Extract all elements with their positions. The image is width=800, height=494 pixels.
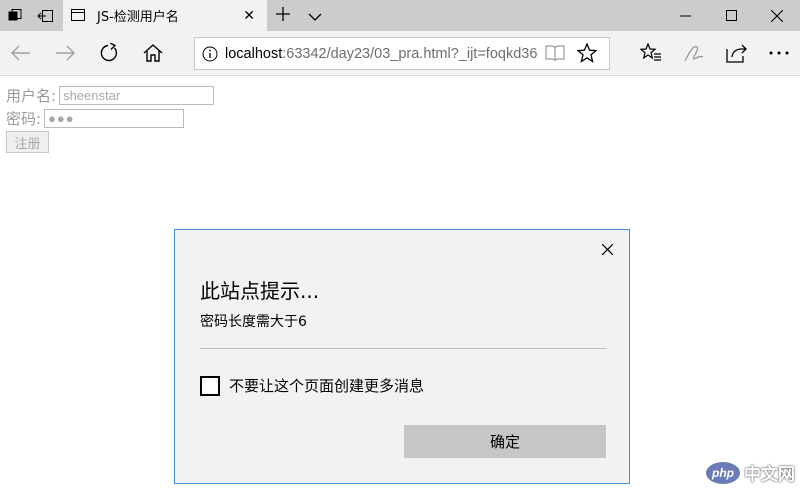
url-path: :63342/day23/03_pra.html?_ijt=foqkd365p0 <box>282 45 537 62</box>
password-row: 密码: ●●● <box>6 108 185 129</box>
page-icon <box>71 6 85 25</box>
refresh-icon[interactable] <box>96 40 122 66</box>
url-text[interactable]: localhost:63342/day23/03_pra.html?_ijt=f… <box>225 46 537 62</box>
tab-active[interactable]: JS-检测用户名 ✕ <box>63 0 267 31</box>
reading-view-icon[interactable] <box>545 44 565 66</box>
suppress-messages-checkbox[interactable] <box>200 375 220 396</box>
site-info-icon[interactable] <box>195 46 225 62</box>
password-input[interactable]: ●●● <box>44 109 185 128</box>
share-icon[interactable] <box>724 40 750 66</box>
php-logo: php <box>706 461 740 484</box>
address-bar[interactable]: localhost:63342/day23/03_pra.html?_ijt=f… <box>194 37 610 70</box>
more-menu-icon[interactable] <box>766 40 792 66</box>
favorite-star-icon[interactable] <box>576 42 598 67</box>
password-label: 密码: <box>6 110 42 128</box>
set-tabs-aside-icon[interactable] <box>30 0 60 31</box>
tab-list-chevron-icon[interactable] <box>304 6 326 25</box>
username-row: 用户名: sheenstar <box>6 85 215 106</box>
tab-actions <box>272 0 326 31</box>
dialog-message: 密码长度需大于6 <box>200 314 307 330</box>
minimize-icon[interactable] <box>662 0 708 31</box>
favorites-hub-icon[interactable] <box>638 40 664 66</box>
close-window-icon[interactable] <box>754 0 800 31</box>
watermark-text: 中文网 <box>744 465 795 485</box>
php-cn-watermark: php 中文网 <box>706 460 795 485</box>
tab-title: JS-检测用户名 <box>97 10 179 25</box>
tab-manager-icon[interactable] <box>0 0 30 31</box>
register-button[interactable]: 注册 <box>6 131 49 153</box>
username-label: 用户名: <box>6 87 57 105</box>
window-controls <box>662 0 800 31</box>
suppress-messages-row: 不要让这个页面创建更多消息 <box>200 375 424 396</box>
username-input[interactable]: sheenstar <box>59 86 215 105</box>
maximize-icon[interactable] <box>708 0 754 31</box>
back-icon[interactable] <box>8 40 34 66</box>
home-icon[interactable] <box>140 40 166 66</box>
ok-button[interactable]: 确定 <box>404 425 606 458</box>
dialog-close-icon[interactable] <box>601 240 614 259</box>
new-tab-icon[interactable] <box>272 6 294 25</box>
alert-dialog: 此站点提示... 密码长度需大于6 不要让这个页面创建更多消息 确定 <box>174 229 630 484</box>
dialog-divider <box>200 348 606 349</box>
forward-icon[interactable] <box>52 40 78 66</box>
web-note-pen-icon[interactable] <box>681 40 707 66</box>
tab-close-icon[interactable]: ✕ <box>243 8 255 24</box>
dialog-title: 此站点提示... <box>200 279 320 303</box>
suppress-messages-label[interactable]: 不要让这个页面创建更多消息 <box>229 375 424 396</box>
nav-bar: localhost:63342/day23/03_pra.html?_ijt=f… <box>0 31 800 76</box>
url-host: localhost <box>225 45 283 62</box>
